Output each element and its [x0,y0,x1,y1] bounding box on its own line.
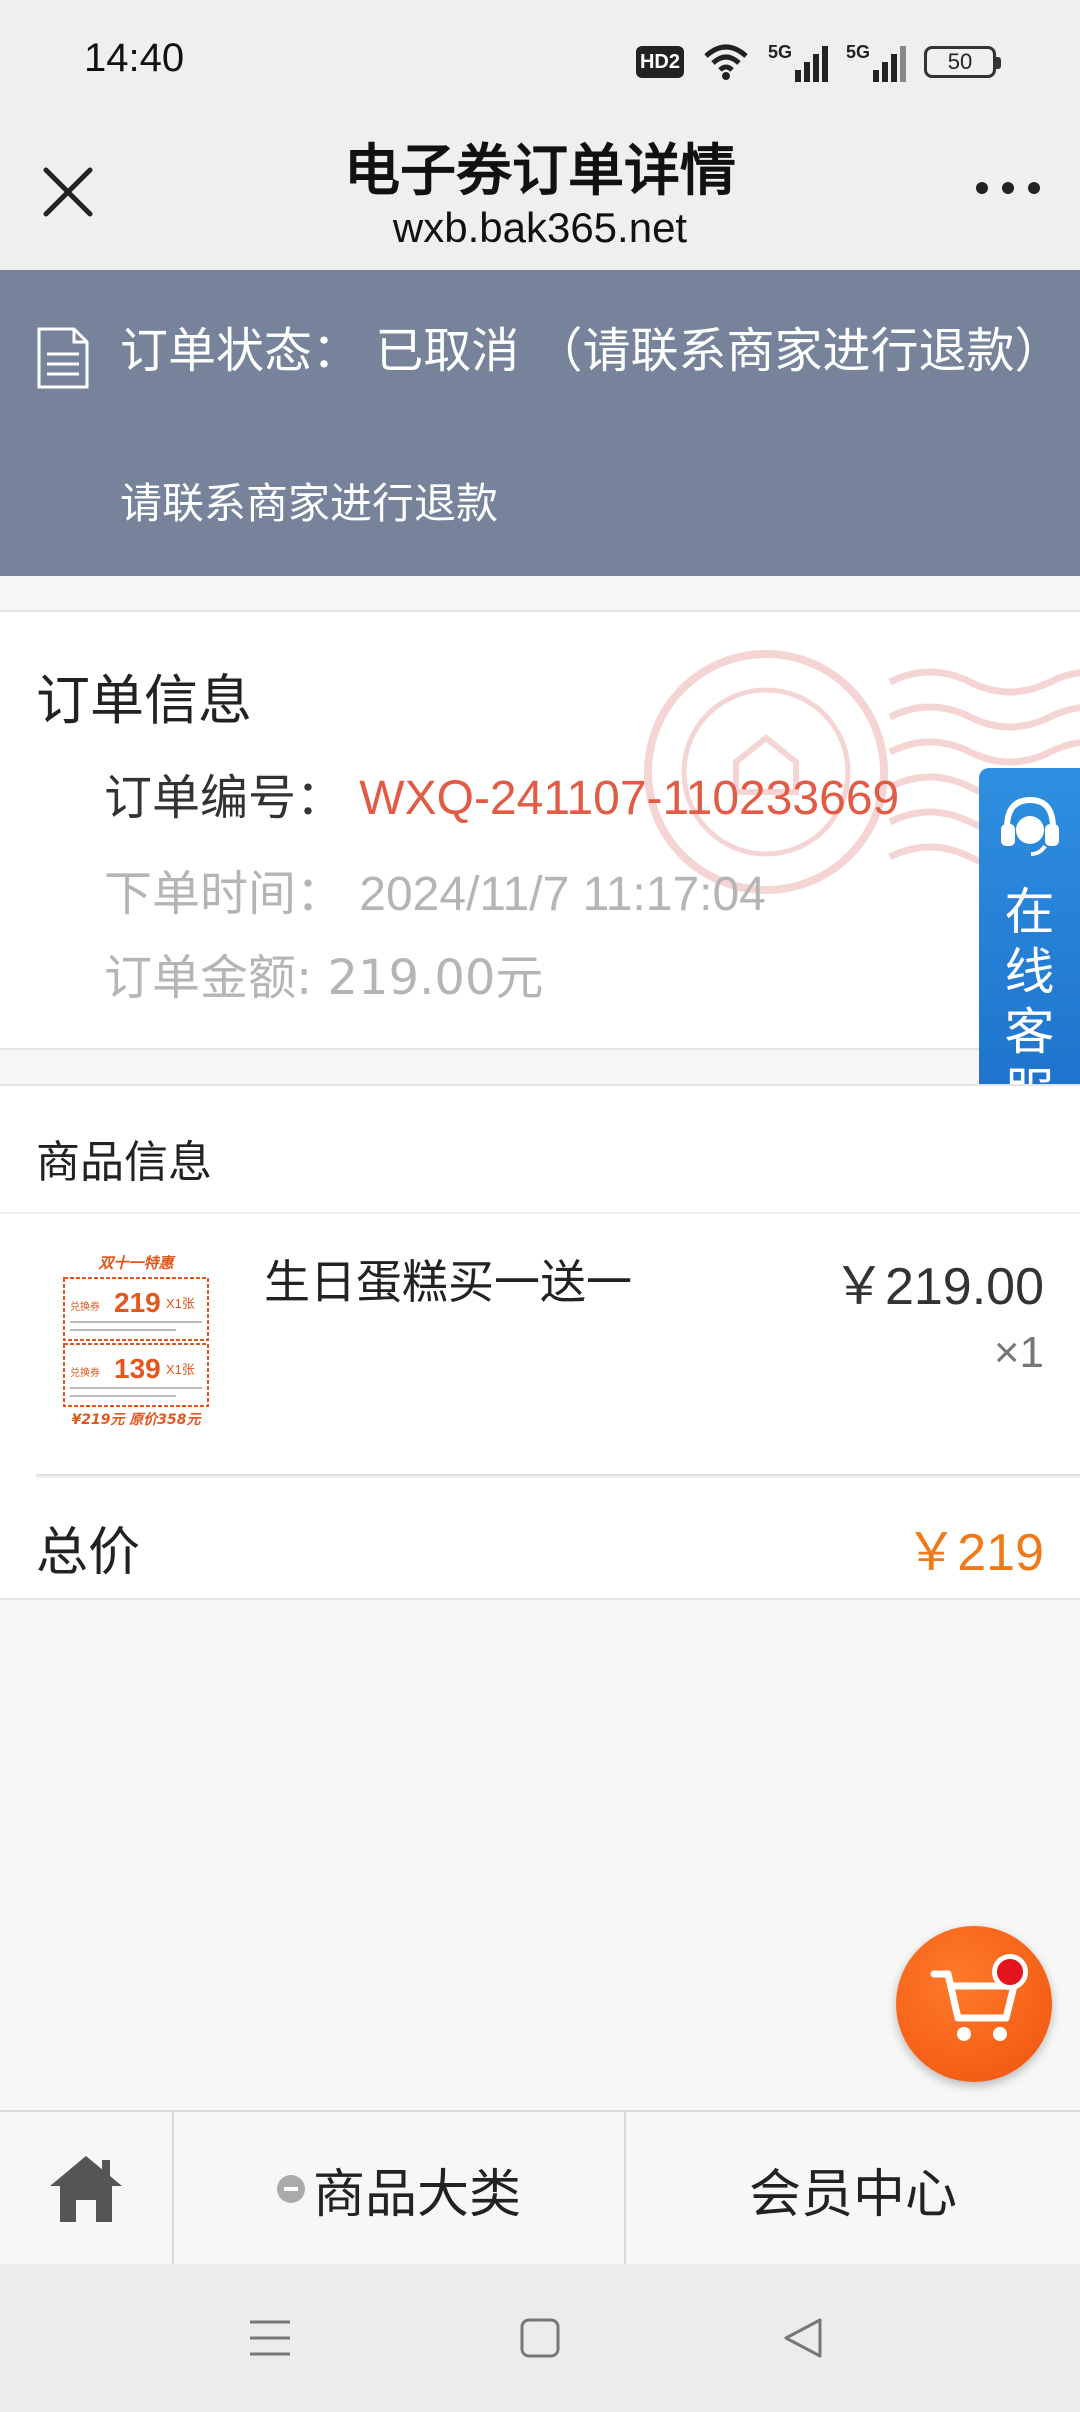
coupon-thumbnail: 双十一特惠 兑换券 219 X1张 兑换券 139 X1张 ¥219元 原价35… [63,1254,209,1428]
thumb-coupon1-text: 兑换券 [70,1300,100,1313]
total-label: 总价 [36,1523,141,1583]
divider [0,1212,1080,1214]
thumb-headline: 双十一特惠 [97,1254,176,1272]
system-nav-bar [0,2264,1080,2412]
product-quantity: ×1 [993,1328,1044,1377]
order-time-row: 下单时间： 2024/11/7 11:17:04 [104,854,766,924]
status-bar: 14:40 HD2 5G 5G 50 [0,0,1080,120]
nav-member-label: 会员中心 [748,2164,957,2225]
more-dot-icon [976,182,988,194]
product-name[interactable]: 生日蛋糕买一送一 [264,1246,632,1312]
product-image[interactable]: 双十一特惠 兑换券 219 X1张 兑换券 139 X1张 ¥219元 原价35… [56,1246,216,1430]
nav-category-label: 商品大类 [312,2164,521,2225]
order-amount-label: 订单金额: [104,950,313,1006]
thumb-footer: ¥219元 原价358元 [71,1411,202,1428]
battery-icon: 50 [924,46,1001,78]
order-amount-value: 219.00元 [327,950,544,1006]
order-status-banner: 订单状态： 已取消 （请联系商家进行退款） 请联系商家进行退款 [0,270,1080,576]
page-url: wxb.bak365.net [392,204,688,251]
order-number-value[interactable]: WXQ-241107-110233669 [359,772,899,825]
order-time-value: 2024/11/7 11:17:04 [359,868,766,921]
order-amount-row: 订单金额: 219.00元 [104,938,543,1008]
menu-dot-icon [276,2175,305,2203]
back-triangle-icon[interactable] [780,2314,828,2362]
goods-info-title: 商品信息 [36,1137,212,1188]
total-price: ￥219 [905,1524,1044,1582]
wifi-icon [704,44,748,80]
thumb-coupon1-count: X1张 [166,1296,195,1311]
order-number-label: 订单编号： [104,770,345,826]
thumb-coupon2-text: 兑换券 [70,1366,100,1379]
headset-icon [1000,796,1059,856]
home-square-icon[interactable] [516,2314,564,2362]
thumb-coupon2-price: 139 [114,1353,161,1384]
status-time: 14:40 [84,36,185,80]
status-icons: HD2 5G 5G 50 [635,40,1001,84]
order-time-label: 下单时间： [104,866,345,922]
order-status-note: 请联系商家进行退款 [120,479,499,528]
order-status-text: 订单状态： 已取消 （请联系商家进行退款） [120,323,1063,379]
bottom-nav: 商品大类 会员中心 [0,2110,1080,2266]
order-number-row: 订单编号： WXQ-241107-110233669 [104,758,899,828]
cart-button[interactable] [896,1926,1052,2082]
thumb-coupon1-price: 219 [114,1287,161,1318]
more-menu-button[interactable] [976,176,1040,200]
hd-icon: HD2 [635,46,684,78]
signal-5g-icon-2: 5G [846,42,906,82]
order-info-title: 订单信息 [36,669,252,732]
signal-5g-icon-1: 5G [768,42,828,82]
recent-apps-icon[interactable] [246,2314,294,2362]
more-dot-icon [1002,182,1014,194]
nav-member-center-button[interactable]: 会员中心 [626,2112,1080,2266]
product-price: ￥219.00 [832,1258,1044,1316]
document-icon [37,327,89,389]
page-title: 电子券订单详情 [344,139,736,204]
goods-info-card: 商品信息 双十一特惠 兑换券 219 X1张 兑换券 139 X1张 ¥219元… [0,1084,1080,1600]
home-icon [50,2156,122,2222]
order-info-card: 订单信息 订单编号： WXQ-241107-110233669 下单时间： 20… [0,610,1080,1050]
divider [36,1474,1080,1478]
nav-category-button[interactable]: 商品大类 [174,2112,626,2266]
cart-badge [992,1954,1028,1990]
thumb-coupon2-count: X1张 [166,1362,195,1377]
page-header: 电子券订单详情 wxb.bak365.net [0,120,1080,270]
nav-home-button[interactable] [0,2112,174,2266]
more-dot-icon [1028,182,1040,194]
